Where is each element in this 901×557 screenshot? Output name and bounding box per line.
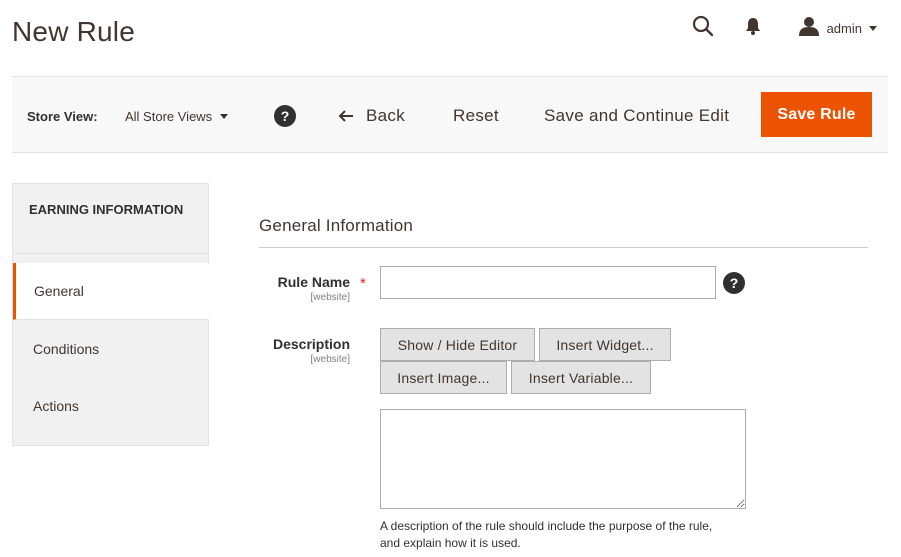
section-divider — [259, 247, 868, 248]
description-note-line-2: and explain how it is used. — [380, 536, 521, 550]
rule-name-input[interactable] — [380, 266, 716, 299]
insert-image-button[interactable]: Insert Image... — [380, 361, 507, 394]
rule-name-help-icon[interactable]: ? — [723, 272, 745, 294]
page-actions-toolbar: Store View: All Store Views ? Back Reset… — [12, 76, 888, 153]
description-note: A description of the rule should include… — [380, 518, 760, 552]
save-and-continue-button[interactable]: Save and Continue Edit — [544, 101, 729, 131]
chevron-down-icon — [869, 25, 877, 31]
rule-name-scope: [website] — [310, 292, 350, 303]
store-view-label: Store View: — [27, 109, 98, 124]
tab-actions[interactable]: Actions — [13, 377, 209, 434]
user-name: admin — [826, 20, 862, 36]
store-view-value: All Store Views — [125, 109, 213, 124]
description-scope: [website] — [310, 354, 350, 365]
show-hide-editor-button[interactable]: Show / Hide Editor — [380, 328, 535, 361]
description-note-line-1: A description of the rule should include… — [380, 519, 713, 533]
insert-variable-button[interactable]: Insert Variable... — [511, 361, 651, 394]
rule-name-label: Rule Name — [277, 274, 350, 290]
description-textarea[interactable] — [380, 409, 746, 509]
side-nav: EARNING INFORMATION General Conditions A… — [12, 183, 209, 446]
page-title: New Rule — [12, 16, 135, 47]
bell-icon — [745, 17, 761, 40]
search-button[interactable] — [687, 12, 719, 44]
notifications-button[interactable] — [737, 12, 769, 44]
insert-widget-button[interactable]: Insert Widget... — [539, 328, 671, 361]
description-label: Description — [272, 336, 350, 352]
arrow-left-icon — [338, 110, 354, 122]
help-icon[interactable]: ? — [274, 105, 296, 127]
header-actions: admin — [687, 12, 877, 44]
side-nav-title: EARNING INFORMATION — [13, 184, 208, 254]
user-icon — [798, 16, 819, 41]
back-button-label: Back — [366, 106, 405, 125]
user-menu[interactable]: admin — [798, 16, 877, 41]
reset-button[interactable]: Reset — [453, 101, 499, 131]
caret-down-icon — [220, 114, 229, 119]
back-button[interactable]: Back — [338, 101, 405, 131]
section-title: General Information — [259, 216, 414, 235]
required-indicator: * — [360, 275, 366, 292]
store-view-dropdown[interactable]: All Store Views — [125, 109, 229, 124]
search-icon — [692, 15, 714, 42]
save-rule-button[interactable]: Save Rule — [761, 92, 872, 137]
